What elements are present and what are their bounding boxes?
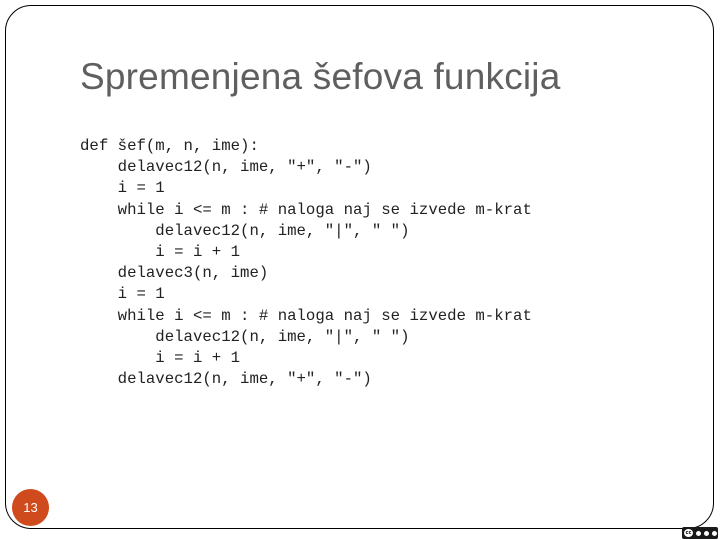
code-line: i = i + 1	[80, 242, 241, 261]
cc-by-icon	[695, 529, 702, 537]
code-line: i = 1	[80, 179, 165, 198]
code-line: while i <= m : # naloga naj se izvede m-…	[80, 200, 532, 219]
code-line: delavec3(n, ime)	[80, 264, 269, 283]
cc-logo-icon: cc	[683, 528, 694, 538]
creative-commons-icon: cc	[682, 527, 718, 539]
slide-number: 13	[23, 500, 38, 515]
code-line: i = i + 1	[80, 348, 241, 367]
code-line: delavec12(n, ime, "|", " ")	[80, 221, 410, 240]
cc-nc-icon	[703, 529, 710, 537]
code-line: while i <= m : # naloga naj se izvede m-…	[80, 306, 532, 325]
cc-sa-icon	[711, 529, 718, 537]
code-line: i = 1	[80, 285, 165, 304]
code-line: delavec12(n, ime, "+", "-")	[80, 158, 372, 177]
slide-number-badge: 13	[12, 489, 49, 526]
code-line: delavec12(n, ime, "|", " ")	[80, 327, 410, 346]
code-block: def šef(m, n, ime): delavec12(n, ime, "+…	[80, 136, 532, 390]
slide-title: Spremenjena šefova funkcija	[80, 56, 561, 97]
code-line: delavec12(n, ime, "+", "-")	[80, 370, 372, 389]
code-line: def šef(m, n, ime):	[80, 137, 259, 155]
